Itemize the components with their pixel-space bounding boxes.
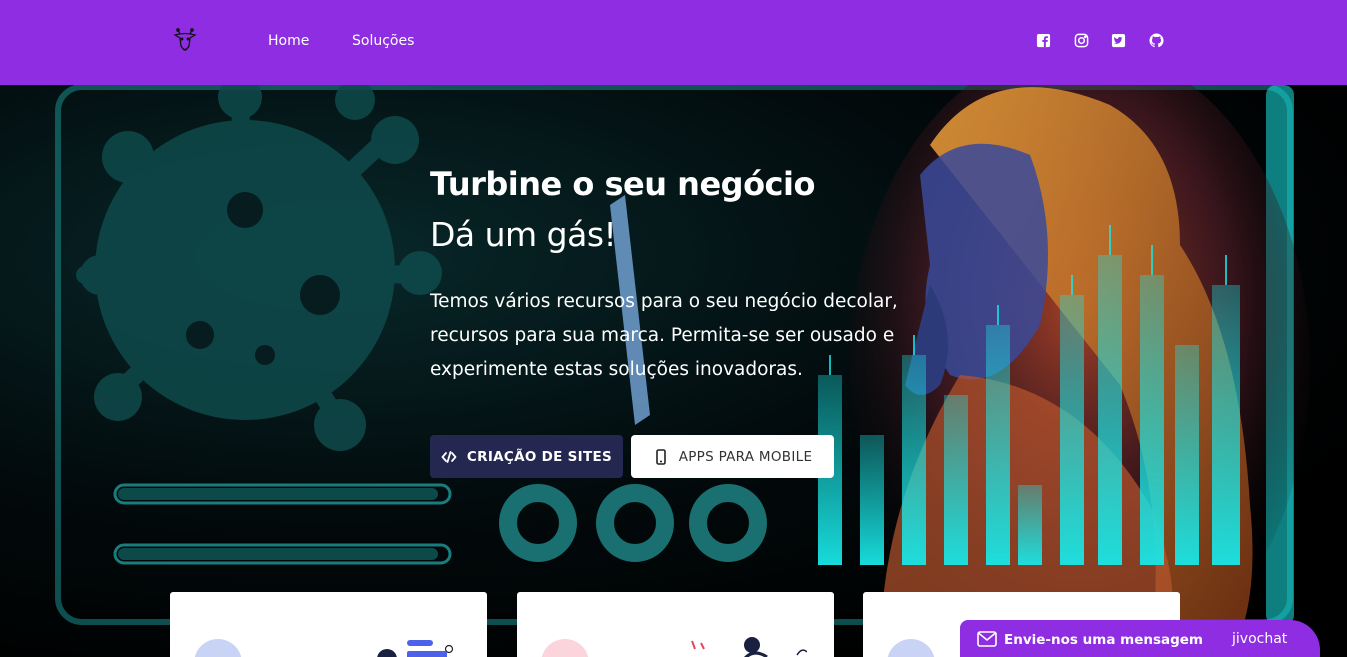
chat-label: Envie-nos uma mensagem — [1004, 632, 1203, 648]
hero-description-line: experimente estas soluções inovadoras. — [430, 359, 803, 380]
hero-description: Temos vários recursos para o seu negócio… — [430, 285, 900, 387]
card-illustration — [691, 637, 807, 657]
feature-card[interactable] — [517, 592, 834, 657]
nav-home-link[interactable]: Home — [268, 33, 309, 49]
criacao-de-sites-label: CRIAÇÃO DE SITES — [466, 448, 613, 465]
virus-illustration — [76, 85, 442, 451]
hero-title: Turbine o seu negócio — [430, 165, 815, 203]
giraffe-icon[interactable] — [170, 26, 200, 56]
apps-para-mobile-label: APPS PARA MOBILE — [678, 448, 813, 465]
criacao-de-sites-button[interactable]: CRIAÇÃO DE SITES — [430, 435, 623, 478]
top-navbar: Home Soluções — [0, 0, 1347, 85]
instagram-icon[interactable] — [1074, 33, 1089, 48]
hero-section: Turbine o seu negócio Dá um gás! Temos v… — [0, 85, 1347, 657]
apps-para-mobile-button[interactable]: APPS PARA MOBILE — [631, 435, 834, 478]
card-icon — [194, 639, 242, 657]
card-illustration — [377, 640, 454, 657]
code-icon — [441, 450, 457, 463]
envelope-icon — [977, 631, 997, 647]
card-icon — [541, 639, 589, 657]
card-icon — [887, 639, 935, 657]
feature-card[interactable] — [170, 592, 487, 657]
hero-description-line: recursos para sua marca. Permita-se ser … — [430, 325, 895, 346]
nav-solucoes-link[interactable]: Soluções — [352, 33, 414, 49]
chat-widget[interactable]: Envie-nos uma mensagem jivochat — [960, 620, 1320, 657]
hero-subtitle: Dá um gás! — [430, 215, 617, 254]
twitter-icon[interactable] — [1111, 33, 1126, 48]
facebook-icon[interactable] — [1036, 33, 1051, 48]
github-icon[interactable] — [1149, 33, 1164, 48]
hero-description-line: Temos vários recursos para o seu negócio… — [430, 291, 898, 312]
jivochat-brand: jivochat — [1232, 631, 1288, 647]
mobile-icon — [655, 448, 666, 465]
